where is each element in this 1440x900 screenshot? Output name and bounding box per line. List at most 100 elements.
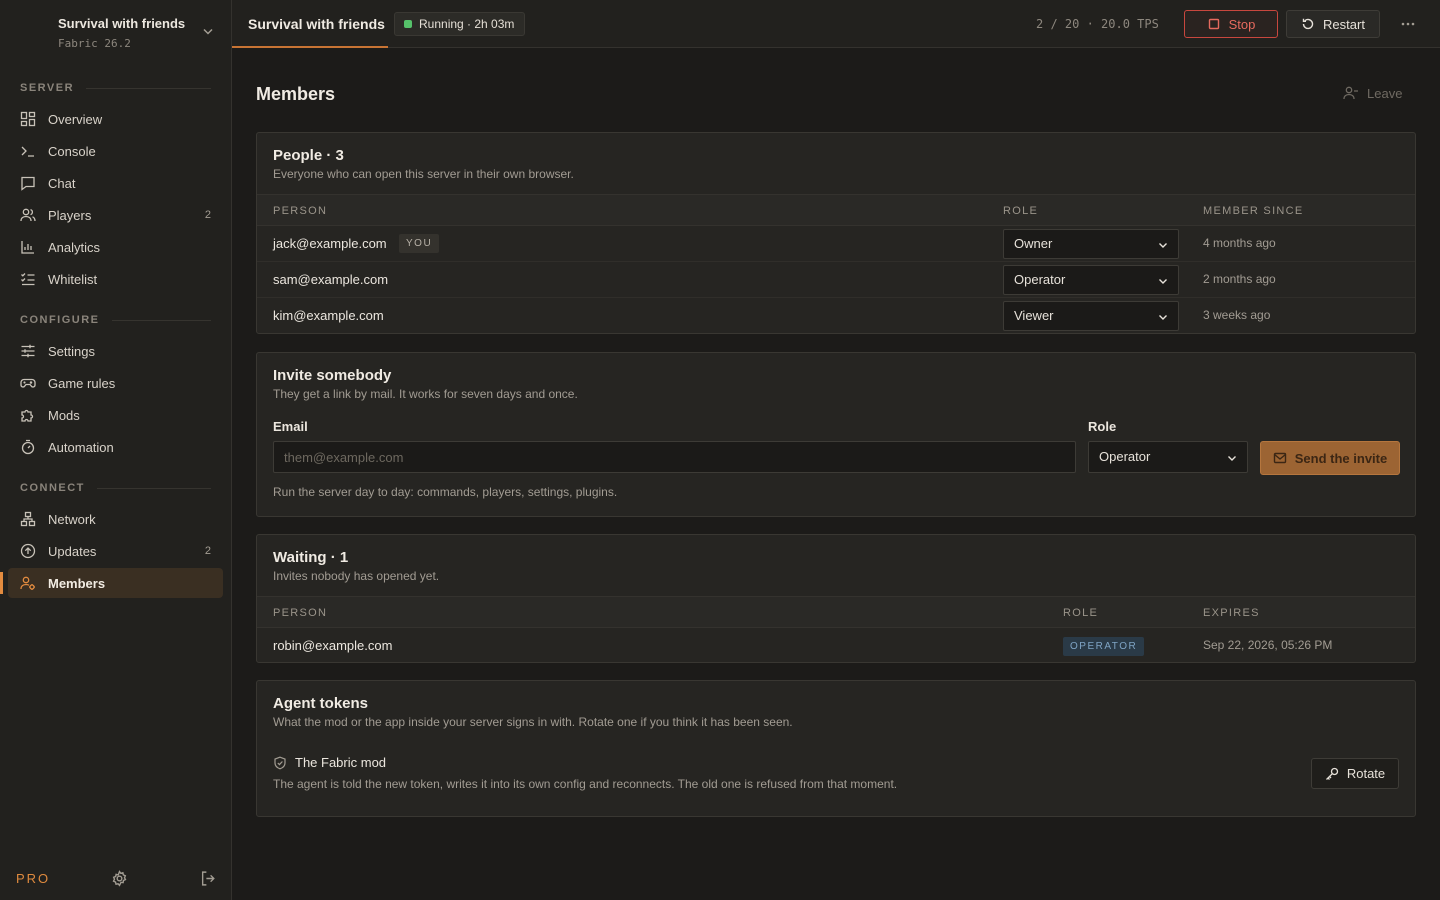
sidebar-item-members[interactable]: Members xyxy=(0,568,223,598)
table-row: jack@example.com YOU Owner 4 months ago xyxy=(257,226,1415,262)
shield-check-icon xyxy=(274,756,286,770)
grid-icon xyxy=(20,111,36,127)
invitee-email: robin@example.com xyxy=(273,638,393,653)
invite-subtitle: They get a link by mail. It works for se… xyxy=(273,387,578,401)
sidebar-item-label: Automation xyxy=(48,439,114,455)
updates-count-badge: 2 xyxy=(204,545,211,557)
sidebar-item-settings[interactable]: Settings xyxy=(8,336,223,366)
terminal-icon xyxy=(21,146,34,157)
person-email: jack@example.com xyxy=(273,236,387,251)
sidebar-item-label: Updates xyxy=(48,543,97,559)
invite-role-select[interactable]: Operator xyxy=(1088,441,1248,473)
people-table-header: PERSON ROLE MEMBER SINCE xyxy=(257,194,1415,226)
column-header-role: ROLE xyxy=(1003,205,1039,217)
rotate-button[interactable]: Rotate xyxy=(1311,758,1399,789)
column-header-person: PERSON xyxy=(273,607,328,619)
chat-icon xyxy=(21,176,35,191)
people-title: People · 3 xyxy=(273,147,344,164)
sidebar-item-label: Whitelist xyxy=(48,271,98,287)
sidebar-item-label: Network xyxy=(48,511,96,527)
checklist-icon xyxy=(21,273,35,286)
sidebar-item-network[interactable]: Network xyxy=(8,504,223,534)
key-icon xyxy=(1325,767,1338,780)
chevron-down-icon xyxy=(1159,279,1167,284)
invite-card: Invite somebody They get a link by mail.… xyxy=(256,352,1416,517)
sidebar-item-console[interactable]: Console xyxy=(8,136,223,166)
sidebar-item-label: Settings xyxy=(48,343,95,359)
chevron-down-icon xyxy=(1159,315,1167,320)
logout-icon[interactable] xyxy=(200,870,217,887)
table-row: robin@example.com OPERATOR Sep 22, 2026,… xyxy=(257,628,1415,662)
person-email: kim@example.com xyxy=(273,308,384,323)
role-select[interactable]: Operator xyxy=(1003,265,1179,295)
arrow-up-circle-icon xyxy=(20,543,36,559)
sidebar-item-whitelist[interactable]: Whitelist xyxy=(8,264,223,294)
tokens-title: Agent tokens xyxy=(273,695,369,712)
topbar: Survival with friends Running · 2h 03m 2… xyxy=(232,0,1440,48)
token-name: The Fabric mod xyxy=(295,755,387,770)
section-connect: CONNECT xyxy=(20,482,211,494)
stop-button[interactable]: Stop xyxy=(1184,10,1278,38)
sidebar-item-analytics[interactable]: Analytics xyxy=(8,232,223,262)
server-switcher[interactable]: Survival with friends Fabric 26.2 xyxy=(0,0,231,66)
plan-badge: PRO xyxy=(16,871,51,886)
gear-icon[interactable] xyxy=(111,870,128,887)
role-badge: OPERATOR xyxy=(1063,637,1145,656)
email-label: Email xyxy=(273,419,308,434)
restart-icon xyxy=(1302,18,1314,30)
status-badge: Running · 2h 03m xyxy=(394,12,526,36)
role-select[interactable]: Owner xyxy=(1003,229,1179,259)
section-configure: CONFIGURE xyxy=(20,314,211,326)
sidebar-item-label: Overview xyxy=(48,111,103,127)
restart-button[interactable]: Restart xyxy=(1286,10,1380,38)
sidebar-item-automation[interactable]: Automation xyxy=(8,432,223,462)
column-header-person: PERSON xyxy=(273,205,328,217)
sidebar-item-label: Game rules xyxy=(48,375,116,391)
gamepad-icon xyxy=(20,378,36,388)
sidebar-item-label: Mods xyxy=(48,407,80,423)
email-field[interactable] xyxy=(273,441,1076,473)
running-dot-icon xyxy=(404,20,412,28)
invite-title: Invite somebody xyxy=(273,367,392,384)
user-minus-icon xyxy=(1343,86,1358,100)
sidebar-item-label: Console xyxy=(48,143,96,159)
member-since: 3 weeks ago xyxy=(1203,308,1271,322)
sidebar-footer: PRO xyxy=(0,858,231,900)
stop-icon xyxy=(1208,18,1219,30)
chevron-down-icon xyxy=(1228,456,1236,461)
chevron-down-icon xyxy=(1159,243,1167,248)
topbar-title: Survival with friends xyxy=(248,16,385,32)
sidebar-item-mods[interactable]: Mods xyxy=(8,400,223,430)
mail-icon xyxy=(1273,452,1286,464)
puzzle-icon xyxy=(21,409,34,422)
sidebar: Survival with friends Fabric 26.2 SERVER… xyxy=(0,0,232,900)
role-select[interactable]: Viewer xyxy=(1003,301,1179,331)
page-title: Members xyxy=(256,84,336,104)
role-hint: Run the server day to day: commands, pla… xyxy=(273,485,618,499)
agent-tokens-card: Agent tokens What the mod or the app ins… xyxy=(256,680,1416,817)
players-tps-readout: 2 / 20 · 20.0 TPS xyxy=(1036,17,1159,31)
chart-icon xyxy=(21,241,34,254)
members-icon xyxy=(20,576,35,590)
sidebar-item-players[interactable]: Players 2 xyxy=(8,200,223,230)
more-options-icon[interactable] xyxy=(1398,14,1418,34)
sidebar-item-overview[interactable]: Overview xyxy=(8,104,223,134)
sidebar-item-label: Players xyxy=(48,207,92,223)
network-icon xyxy=(20,511,36,527)
sidebar-item-updates[interactable]: Updates 2 xyxy=(8,536,223,566)
players-count-badge: 2 xyxy=(204,209,211,221)
token-description: The agent is told the new token, writes … xyxy=(273,777,898,791)
member-since: 4 months ago xyxy=(1203,236,1276,250)
sidebar-item-chat[interactable]: Chat xyxy=(8,168,223,198)
timer-icon xyxy=(21,439,35,455)
sidebar-item-game-rules[interactable]: Game rules xyxy=(8,368,223,398)
waiting-table-header: PERSON ROLE EXPIRES xyxy=(257,596,1415,628)
people-card: People · 3 Everyone who can open this se… xyxy=(256,132,1416,334)
column-header-expires: EXPIRES xyxy=(1203,607,1260,619)
topbar-accent xyxy=(232,46,388,48)
leave-button[interactable]: Leave xyxy=(1343,85,1402,101)
send-invite-button[interactable]: Send the invite xyxy=(1260,441,1400,475)
column-header-role: ROLE xyxy=(1063,607,1099,619)
column-header-member-since: MEMBER SINCE xyxy=(1203,205,1304,217)
you-badge: YOU xyxy=(399,234,440,253)
